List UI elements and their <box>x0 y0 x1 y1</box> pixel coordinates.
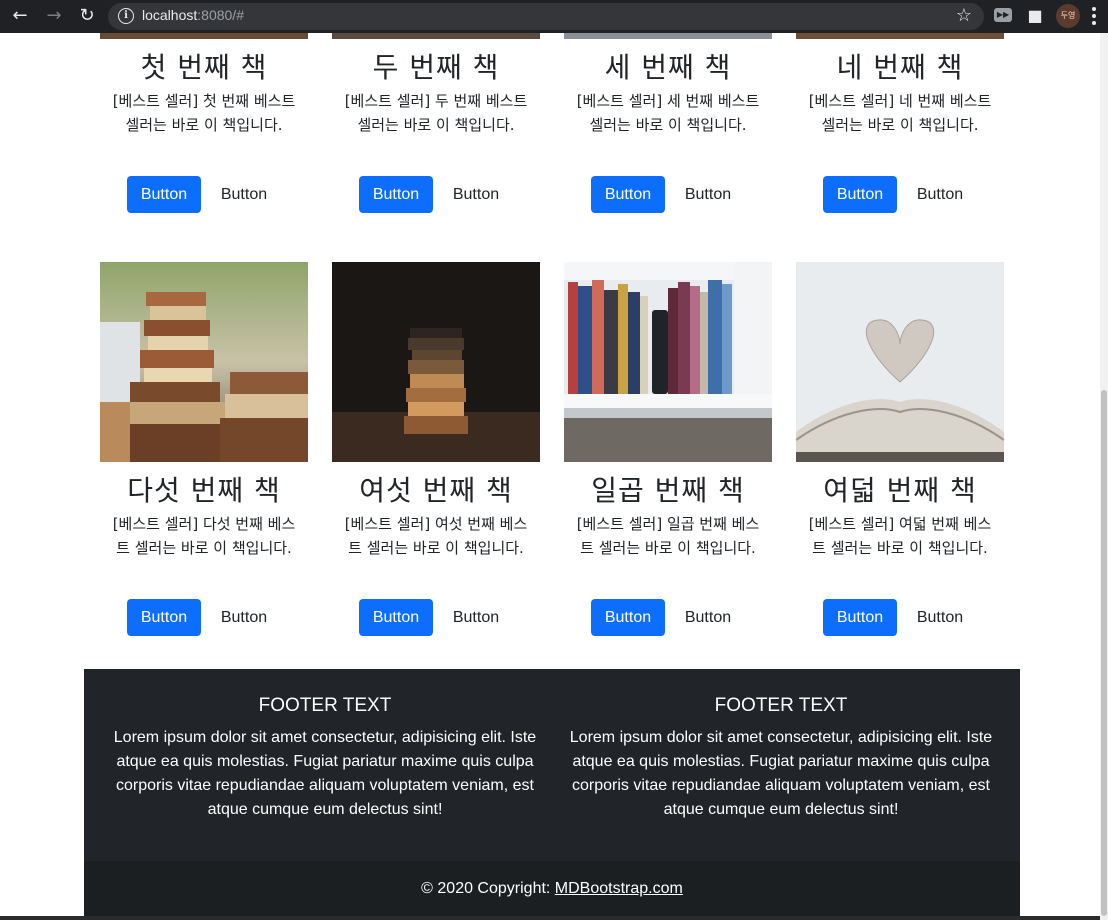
forward-arrow-icon[interactable]: → <box>42 4 66 28</box>
browser-toolbar: ← → ↻ i localhost:8080/# ☆ ▶▶ ■ 두영 <box>0 0 1108 33</box>
book-card-image <box>100 33 308 39</box>
footer-body: Lorem ipsum dolor sit amet consectetur, … <box>569 729 993 818</box>
footer-body: Lorem ipsum dolor sit amet consectetur, … <box>113 729 537 818</box>
window-bottom-edge <box>0 916 1108 920</box>
book-card-title: 여덟 번째 책 <box>823 474 977 507</box>
address-bar[interactable]: i localhost:8080/# ☆ <box>108 3 984 30</box>
book-stack-dark-image <box>332 262 540 462</box>
book-card-text: [베스트 셀러] 세 번째 베스트 셀러는 바로 이 책입니다. <box>576 92 760 134</box>
copyright-text: © 2020 Copyright: <box>421 880 555 897</box>
bookshelf-image <box>564 262 772 462</box>
secondary-button[interactable]: Button <box>903 176 977 213</box>
primary-button[interactable]: Button <box>127 599 201 636</box>
secondary-button[interactable]: Button <box>439 599 513 636</box>
secondary-button[interactable]: Button <box>671 176 745 213</box>
book-card-title: 일곱 번째 책 <box>591 474 745 507</box>
primary-button[interactable]: Button <box>359 176 433 213</box>
reload-icon[interactable]: ↻ <box>75 4 99 28</box>
open-book-heart-image <box>796 262 1004 462</box>
book-card-text: [베스트 셀러] 일곱 번째 베스트 셀러는 바로 이 책입니다. <box>576 515 760 557</box>
book-card-title: 첫 번째 책 <box>140 51 268 84</box>
secondary-button[interactable]: Button <box>207 599 281 636</box>
book-card-text: [베스트 셀러] 두 번째 베스트 셀러는 바로 이 책입니다. <box>344 92 528 134</box>
book-card-text: [베스트 셀러] 여덟 번째 베스트 셀러는 바로 이 책입니다. <box>808 515 992 557</box>
site-info-icon[interactable]: i <box>118 8 134 24</box>
primary-button[interactable]: Button <box>127 176 201 213</box>
secondary-button[interactable]: Button <box>903 599 977 636</box>
book-card-title: 여섯 번째 책 <box>359 474 513 507</box>
secondary-button[interactable]: Button <box>439 176 513 213</box>
primary-button[interactable]: Button <box>823 599 897 636</box>
footer-title: FOOTER TEXT <box>714 695 848 716</box>
book-card-title: 세 번째 책 <box>604 51 732 84</box>
extensions-puzzle-icon[interactable]: ■ <box>1025 6 1045 26</box>
primary-button[interactable]: Button <box>591 599 665 636</box>
primary-button[interactable]: Button <box>591 176 665 213</box>
book-card-image <box>564 33 772 39</box>
primary-button[interactable]: Button <box>823 176 897 213</box>
copyright-link[interactable]: MDBootstrap.com <box>555 880 683 897</box>
book-card-text: [베스트 셀러] 다섯 번째 베스트 셀러는 바로 이 책입니다. <box>112 515 296 557</box>
book-card-text: [베스트 셀러] 첫 번째 베스트 셀러는 바로 이 책입니다. <box>112 92 296 134</box>
browser-menu-icon[interactable] <box>1092 7 1096 28</box>
book-card-text: [베스트 셀러] 네 번째 베스트 셀러는 바로 이 책입니다. <box>808 92 992 134</box>
book-card-title: 다섯 번째 책 <box>127 474 281 507</box>
media-extension-icon[interactable]: ▶▶ <box>994 8 1012 22</box>
profile-avatar[interactable]: 두영 <box>1056 4 1080 28</box>
book-card-title: 두 번째 책 <box>372 51 500 84</box>
address-url[interactable]: localhost:8080/# <box>142 7 244 23</box>
book-card-image <box>796 33 1004 39</box>
secondary-button[interactable]: Button <box>671 599 745 636</box>
book-card-title: 네 번째 책 <box>836 51 964 84</box>
book-card-image <box>332 33 540 39</box>
book-stack-outdoor-image <box>100 262 308 462</box>
bookmark-star-icon[interactable]: ☆ <box>956 5 972 26</box>
primary-button[interactable]: Button <box>359 599 433 636</box>
scrollbar-thumb[interactable] <box>1101 390 1107 916</box>
page-footer: FOOTER TEXT Lorem ipsum dolor sit amet c… <box>84 669 1020 920</box>
back-arrow-icon[interactable]: ← <box>8 4 32 28</box>
secondary-button[interactable]: Button <box>207 176 281 213</box>
copyright-bar: © 2020 Copyright: MDBootstrap.com <box>84 861 1020 920</box>
footer-title: FOOTER TEXT <box>258 695 392 716</box>
book-card-text: [베스트 셀러] 여섯 번째 베스트 셀러는 바로 이 책입니다. <box>344 515 528 557</box>
